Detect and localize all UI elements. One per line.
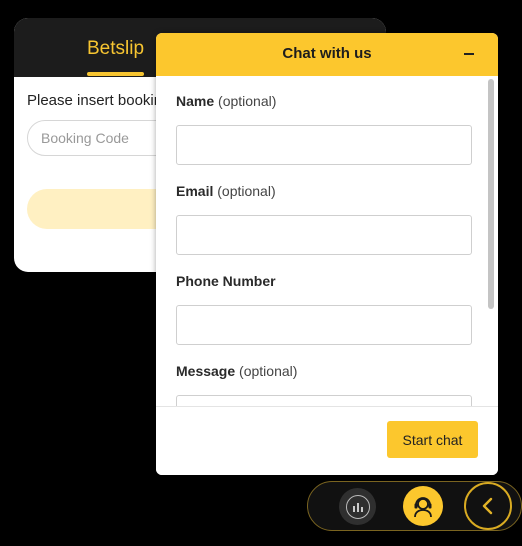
active-tab-indicator [87, 72, 144, 76]
chat-title: Chat with us [282, 45, 372, 62]
support-headset-icon[interactable] [403, 486, 443, 526]
minimize-icon[interactable] [460, 45, 478, 63]
email-label: Email (optional) [176, 183, 276, 199]
tab-betslip[interactable]: Betslip [87, 38, 144, 60]
chat-header: Chat with us [156, 33, 498, 76]
scrollbar[interactable] [488, 79, 494, 309]
email-field[interactable] [176, 215, 472, 255]
chevron-left-icon[interactable] [464, 482, 512, 530]
start-chat-button[interactable]: Start chat [387, 421, 478, 458]
name-label: Name (optional) [176, 93, 277, 109]
message-label: Message (optional) [176, 363, 298, 379]
phone-label: Phone Number [176, 273, 276, 289]
name-field[interactable] [176, 125, 472, 165]
chat-form: Name (optional) Email (optional) Phone N… [156, 76, 498, 406]
booking-code-prompt: Please insert bookin [27, 92, 163, 109]
phone-field[interactable] [176, 305, 472, 345]
chat-footer: Start chat [156, 406, 498, 475]
stats-icon[interactable] [339, 488, 376, 525]
message-field[interactable] [176, 395, 472, 406]
scrollbar-thumb[interactable] [488, 79, 494, 309]
chat-widget: Chat with us Name (optional) Email (opti… [156, 33, 498, 475]
